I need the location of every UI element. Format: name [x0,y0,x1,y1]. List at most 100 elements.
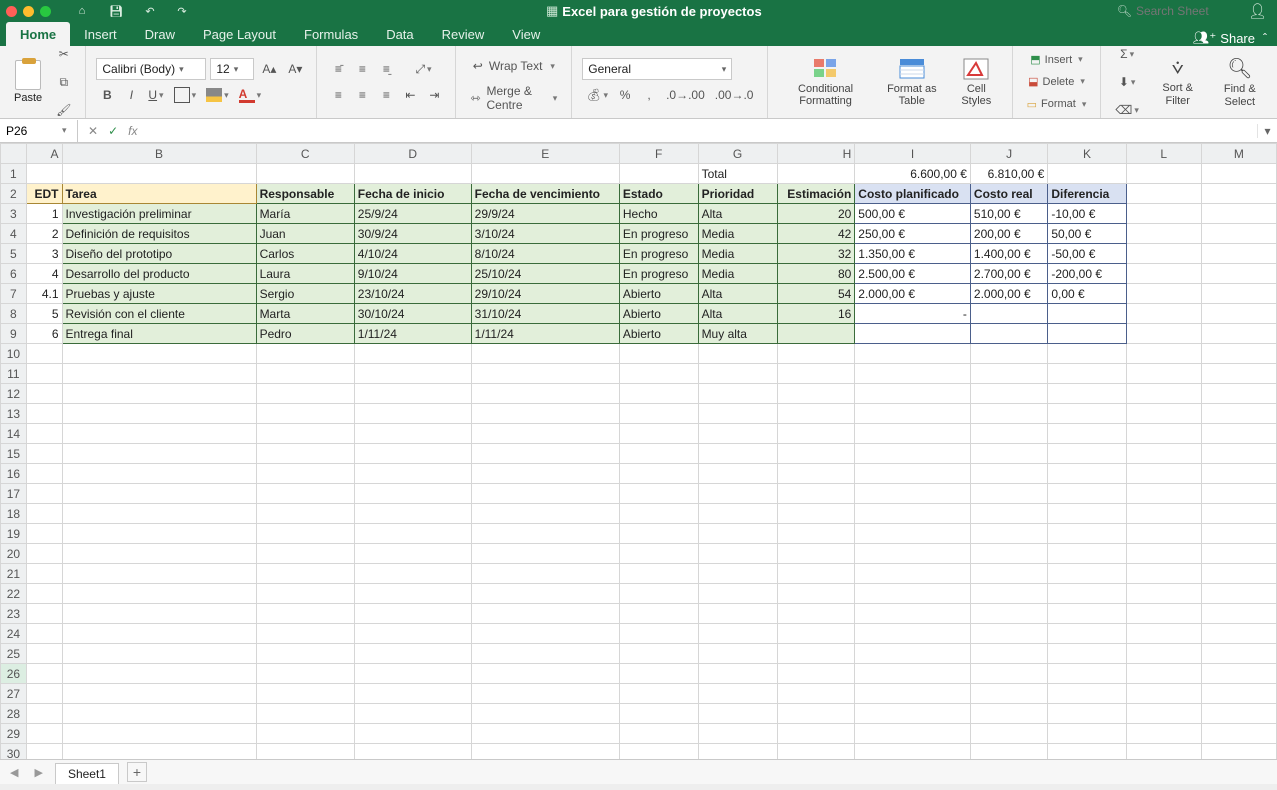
cell[interactable]: 510,00 € [970,204,1047,224]
add-sheet-button[interactable]: + [127,762,147,782]
cell[interactable] [354,484,471,504]
cell[interactable] [855,504,971,524]
cell[interactable] [855,424,971,444]
format-as-table-button[interactable]: Format as Table [877,55,947,109]
cell[interactable]: María [256,204,354,224]
cell[interactable] [1048,164,1126,184]
tab-data[interactable]: Data [372,22,427,46]
cell[interactable] [354,704,471,724]
cell[interactable]: Alta [698,284,777,304]
cell[interactable]: Fecha de vencimiento [471,184,619,204]
cell[interactable] [26,524,62,544]
align-right-icon[interactable]: ≡ [375,84,397,106]
cell[interactable] [471,604,619,624]
cell[interactable]: -10,00 € [1048,204,1126,224]
conditional-formatting-button[interactable]: Conditional Formatting [778,55,872,109]
cell[interactable] [1126,304,1201,324]
row-header[interactable]: 14 [1,424,27,444]
cell[interactable] [256,624,354,644]
cell[interactable]: Diferencia [1048,184,1126,204]
cell[interactable] [777,344,855,364]
cell[interactable] [26,644,62,664]
worksheet-area[interactable]: ABCDEFGHIJKLM 1Total6.600,00 €6.810,00 €… [0,143,1277,760]
column-header[interactable]: L [1126,144,1201,164]
cell[interactable] [471,684,619,704]
cell[interactable] [619,544,698,564]
cell[interactable] [1126,724,1201,744]
cell[interactable] [1048,384,1126,404]
cell[interactable] [62,384,256,404]
format-cells-button[interactable]: ▭Format▾ [1023,95,1091,114]
cell[interactable] [1201,284,1276,304]
cell[interactable]: 25/10/24 [471,264,619,284]
cell[interactable] [354,564,471,584]
cell[interactable] [1126,704,1201,724]
cell[interactable] [970,344,1047,364]
home-icon[interactable]: ⌂ [73,2,91,20]
cell[interactable]: 50,00 € [1048,224,1126,244]
cell[interactable] [1048,444,1126,464]
cell[interactable] [619,424,698,444]
cell[interactable] [354,744,471,761]
select-all-corner[interactable] [1,144,27,164]
cell[interactable] [1126,404,1201,424]
cell[interactable]: 29/9/24 [471,204,619,224]
cell[interactable] [62,624,256,644]
cell[interactable] [1126,364,1201,384]
cell[interactable] [1201,264,1276,284]
cell[interactable] [1126,664,1201,684]
cell[interactable] [777,684,855,704]
cell[interactable]: 500,00 € [855,204,971,224]
cell[interactable] [471,484,619,504]
align-middle-icon[interactable]: ≡ [351,58,373,80]
cell[interactable] [619,344,698,364]
cell[interactable] [256,644,354,664]
cell[interactable] [1048,624,1126,644]
cell[interactable]: Abierto [619,284,698,304]
cell[interactable] [855,564,971,584]
cell[interactable] [619,684,698,704]
number-format-dropdown[interactable]: General▾ [582,58,732,80]
cell[interactable]: Alta [698,204,777,224]
cell[interactable] [619,464,698,484]
cell[interactable] [1201,244,1276,264]
cell[interactable]: 1/11/24 [354,324,471,344]
cell[interactable]: 1.400,00 € [970,244,1047,264]
cell[interactable] [1201,424,1276,444]
cell[interactable]: 1.350,00 € [855,244,971,264]
cell[interactable] [256,464,354,484]
row-header[interactable]: 1 [1,164,27,184]
cell[interactable] [698,524,777,544]
cell[interactable] [26,704,62,724]
cell[interactable] [354,584,471,604]
cell[interactable] [1048,544,1126,564]
cell[interactable] [1201,224,1276,244]
cell[interactable] [777,464,855,484]
cell[interactable]: 80 [777,264,855,284]
cell[interactable] [1126,384,1201,404]
cell[interactable] [777,544,855,564]
cell[interactable] [1201,164,1276,184]
cell[interactable] [970,604,1047,624]
fill-down-icon[interactable]: ⬇▾ [1111,71,1143,93]
cell[interactable] [1126,624,1201,644]
cell[interactable]: Revisión con el cliente [62,304,256,324]
cell[interactable] [471,424,619,444]
cell[interactable] [855,364,971,384]
cell[interactable] [256,564,354,584]
cell[interactable] [777,164,855,184]
cell[interactable] [777,584,855,604]
cell[interactable] [256,704,354,724]
cell[interactable] [354,344,471,364]
cell[interactable]: Costo real [970,184,1047,204]
cell[interactable] [354,444,471,464]
search-box[interactable]: 🔍︎ [1117,4,1236,18]
cell[interactable] [256,344,354,364]
cell[interactable] [970,704,1047,724]
underline-button[interactable]: U▾ [144,84,167,106]
cell[interactable] [471,664,619,684]
tab-view[interactable]: View [498,22,554,46]
cell[interactable] [970,444,1047,464]
cell[interactable] [62,664,256,684]
tab-insert[interactable]: Insert [70,22,131,46]
